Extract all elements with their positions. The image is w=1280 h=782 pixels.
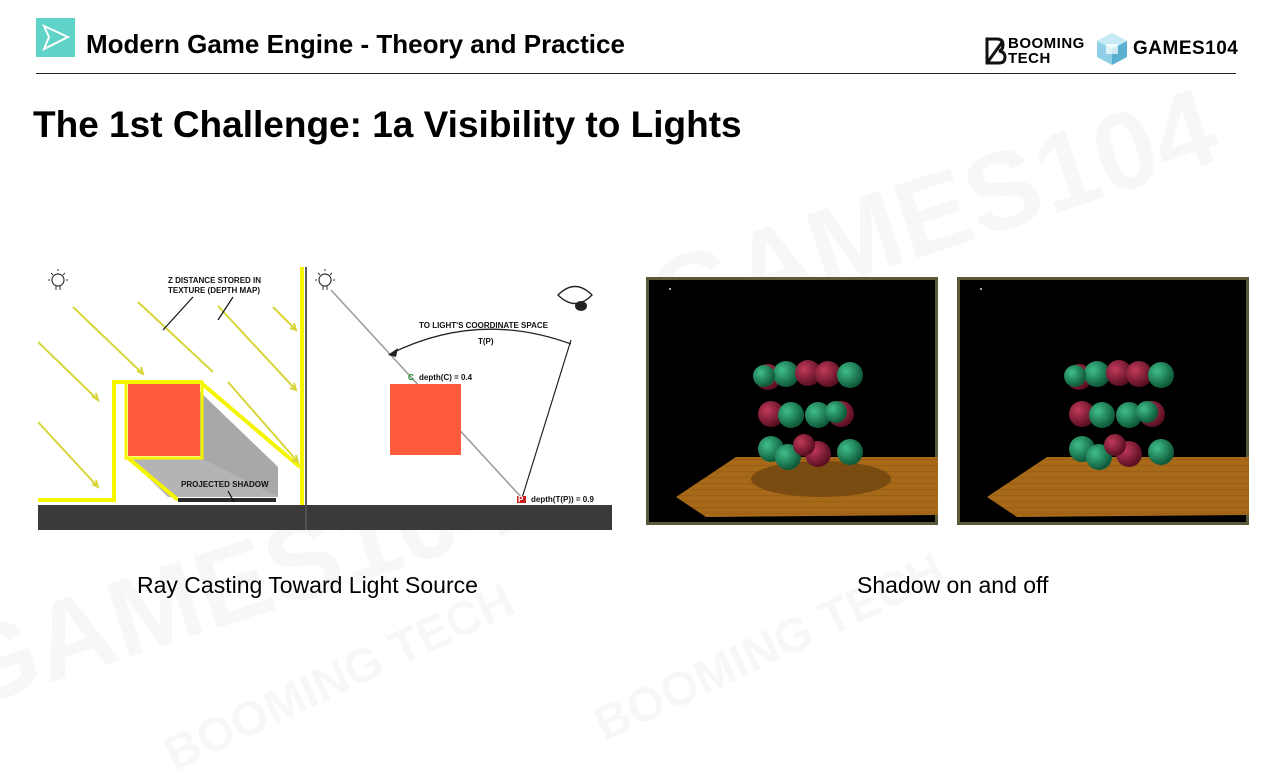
projected-shadow-label: PROJECTED SHADOW [181,480,269,489]
slide-title: The 1st Challenge: 1a Visibility to Ligh… [33,104,742,145]
course-logo-icon [36,18,75,57]
point-c-marker: C [408,373,414,382]
header-divider [36,73,1236,74]
shadow-map-diagram: Z DISTANCE STORED IN TEXTURE (DEPTH MAP)… [38,262,612,530]
light-space-label: TO LIGHT'S COORDINATE SPACE [419,321,549,330]
games104-logo-icon [1096,32,1128,66]
depth-c-label: depth(C) = 0.4 [419,373,473,382]
watermark-booming-tech: BOOMING TECH [156,573,522,782]
sphere-stack [1064,360,1174,470]
depth-map-label-line2: TEXTURE (DEPTH MAP) [168,286,260,295]
point-p-marker: P [518,495,524,504]
booming-tech-logo-icon [985,37,1007,65]
games104-wordmark: GAMES104 [1133,38,1239,59]
depth-p-label: depth(T(P)) = 0.9 [531,495,594,504]
booming-tech-logo [984,36,1008,66]
course-title: Modern Game Engine - Theory and Practice [86,29,625,59]
depth-map-label-line1: Z DISTANCE STORED IN [168,276,261,285]
sphere-stack [753,360,863,470]
booming-text: BOOMING [1008,35,1085,52]
occluder-box [128,384,200,456]
ground-plane [38,505,612,530]
lit-wall [300,267,304,505]
transform-label: T(P) [478,337,494,346]
booming-tech-wordmark: BOOMING TECH [1008,36,1085,66]
occluder-box-right [390,384,461,455]
render-shadow-on [646,277,938,525]
render-shadow-off [957,277,1249,525]
caption-ray-casting: Ray Casting Toward Light Source [137,572,478,598]
caption-shadow-toggle: Shadow on and off [857,572,1049,598]
tech-text: TECH [1008,50,1051,67]
